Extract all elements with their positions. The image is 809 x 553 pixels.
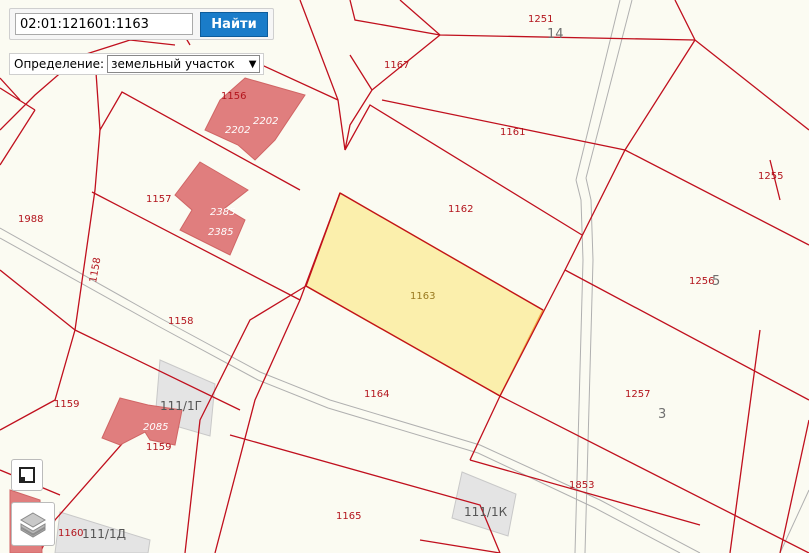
plot-label: 1167 [384, 60, 409, 71]
address-label: 111/1Д [82, 527, 126, 541]
plot-label: 1165 [336, 511, 361, 522]
layers-icon [20, 512, 46, 538]
plot-label: 1159 [146, 442, 171, 453]
plot-label: 1156 [221, 91, 246, 102]
plot-label: 1158 [168, 316, 193, 327]
building-label: 2385 [208, 227, 233, 238]
layers-button[interactable] [11, 502, 55, 546]
structures [54, 359, 517, 553]
plot-label: 1988 [18, 214, 43, 225]
cadastral-map[interactable]: 1251 1167 1156 2202 1161 1255 1157 1162 … [0, 0, 809, 553]
plot-label: 1164 [364, 389, 389, 400]
buildings [9, 77, 306, 553]
building-label: 2202 [225, 125, 250, 136]
plot-label: 1853 [569, 480, 594, 491]
plot-label: 1161 [500, 127, 525, 138]
block-label: 3 [658, 407, 666, 422]
building-label: 2085 [143, 422, 168, 433]
fullscreen-icon [19, 467, 35, 483]
plot-label: 1257 [625, 389, 650, 400]
address-label: 111/1Г [160, 399, 202, 413]
plot-label: 1157 [146, 194, 171, 205]
plot-label: 1158 [88, 257, 103, 284]
fullscreen-button[interactable] [11, 459, 43, 491]
block-labels: 14 5 3 [547, 27, 720, 422]
address-label: 111/1К [464, 505, 508, 519]
block-label: 14 [547, 27, 564, 42]
selected-parcel-label: 1163 [410, 291, 435, 302]
block-label: 5 [712, 274, 720, 289]
definition-select[interactable]: земельный участок ▼ [107, 55, 261, 73]
plot-label: 1160 [58, 528, 83, 539]
plot-label: 1255 [758, 171, 783, 182]
building-label: 2385 [210, 207, 235, 218]
plot-label: 1251 [528, 14, 553, 25]
search-button[interactable]: Найти [200, 12, 268, 37]
cadastral-search-input[interactable] [15, 13, 193, 35]
plot-label: 1159 [54, 399, 79, 410]
plot-label: 1256 [689, 276, 714, 287]
definition-selected-value: земельный участок [111, 57, 235, 71]
definition-label: Определение: [14, 57, 105, 71]
building-label: 2202 [253, 116, 278, 127]
plot-label: 1162 [448, 204, 473, 215]
definition-row: Определение: земельный участок ▼ [9, 53, 265, 75]
chevron-down-icon: ▼ [248, 58, 257, 70]
search-panel: Найти [9, 8, 274, 40]
